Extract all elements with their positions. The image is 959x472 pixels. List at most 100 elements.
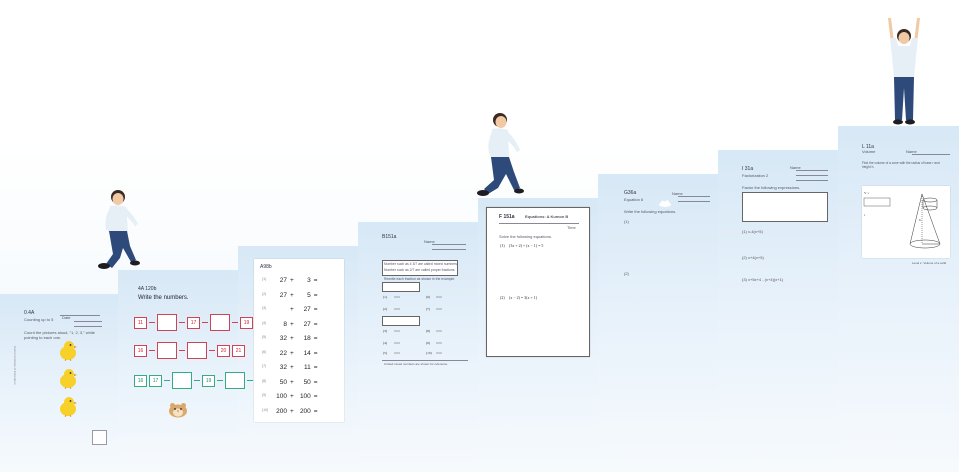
addition-n: (7): [262, 364, 267, 368]
addition-op: +: [290, 291, 294, 299]
addition-eq: =: [313, 349, 318, 357]
svg-text:V =: V =: [864, 191, 869, 195]
addition-n: (8): [262, 378, 267, 383]
sheet5-subtitle: Equations: A Kumon B: [525, 214, 569, 219]
worksheet-fractions: B151a Name Number such as 4 3/7 are call…: [378, 230, 470, 370]
addition-eq: =: [313, 277, 318, 284]
addition-row: (3) +27 =: [262, 306, 318, 313]
addition-b: 5: [307, 291, 311, 299]
sheet5-time-label: Time: [567, 225, 576, 230]
addition-n: (2): [262, 291, 267, 296]
addition-b: 100: [299, 393, 311, 400]
hamster-icon: [169, 403, 187, 418]
addition-eq: =: [313, 335, 318, 342]
addition-n: (5): [262, 335, 267, 339]
sheet7-item3: (3) x+5x+4 - (x+4)(x+1): [742, 277, 784, 282]
sheet2-code: 4A 120b: [138, 286, 157, 292]
addition-op: +: [290, 277, 294, 284]
svg-text:(3x + 2) + (x − 1) = 5: (3x + 2) + (x − 1) = 5: [509, 243, 543, 248]
worksheet-equations-2: G36a Equation 6 Name Write the following…: [616, 186, 716, 326]
svg-text:(9): (9): [426, 341, 431, 345]
addition-eq: =: [313, 407, 318, 415]
addition-op: +: [290, 335, 294, 342]
addition-op: +: [290, 393, 294, 400]
number-row-1: 11 17 19 20: [134, 314, 268, 331]
staircase-illustration: 0.4A Counting up to 5 Date Count the pic…: [0, 0, 959, 472]
sheet5-code: F 151a: [499, 214, 515, 220]
sheet6-code: G36a: [624, 190, 637, 196]
sheet4-instruction: Rewrite each fraction as shown in the ex…: [384, 277, 456, 281]
sheet6-instruction: Write the following equations.: [624, 209, 677, 214]
worksheet-write-numbers: 4A 120b Write the numbers. 11 17 19 20 1…: [128, 282, 268, 432]
sheet3-code: A98b: [260, 264, 272, 270]
sheet4-example2: Number such as 2/7 are called proper fra…: [384, 268, 456, 272]
addition-a: 100: [276, 393, 287, 400]
addition-eq: =: [313, 364, 318, 371]
boy-illustration-climbing-2: [477, 113, 524, 196]
addition-row: (7) 32 +11 =: [262, 364, 318, 371]
number-row-3: 16 17 19 21: [134, 372, 268, 389]
addition-eq: =: [313, 320, 318, 328]
svg-text:h: h: [919, 218, 921, 222]
addition-row: (4) 8 +27 =: [262, 321, 318, 328]
addition-op: +: [290, 364, 294, 371]
sheet8-instruction: Find the volume of a cone with the radiu…: [862, 161, 940, 169]
addition-b: 14: [303, 349, 311, 357]
sheet8-subtitle: Volume: [862, 149, 876, 154]
equation-problems: (1) (3x + 2) + (x − 1) = 5 (2) (x − 2) =…: [500, 243, 543, 300]
svg-text:(5): (5): [383, 351, 388, 355]
svg-text:(10): (10): [426, 351, 433, 355]
svg-text:r: r: [864, 213, 866, 217]
addition-a: [273, 306, 287, 313]
addition-a: 27: [279, 291, 287, 299]
sheet2-title: Write the numbers.: [138, 295, 189, 301]
addition-n: (4): [262, 320, 267, 325]
fraction-problems: (1) (6) (2) (7) (3) (8) (4) (9) (5) (10): [383, 295, 442, 355]
addition-a: 27: [279, 277, 287, 284]
addition-b: 200: [299, 407, 311, 415]
addition-row: (9) 100 +100 =: [262, 393, 318, 400]
addition-row: (8) 50 +50 =: [262, 379, 318, 386]
sheet7-subtitle: Factorization 2: [742, 173, 769, 178]
svg-text:(2): (2): [383, 307, 388, 311]
addition-op: +: [290, 320, 294, 328]
sheet1-code: 0.4A: [24, 310, 35, 316]
sheet7-instruction: Factor the following expressions.: [742, 185, 801, 190]
boy-illustration-arms-raised: [888, 18, 920, 125]
addition-row: (10) 200 +200 =: [262, 408, 318, 415]
addition-a: 200: [276, 407, 287, 415]
addition-eq: =: [313, 291, 318, 299]
cone-diagram: V = r h: [863, 191, 941, 249]
addition-row: (1) 27 +3 =: [262, 277, 318, 284]
svg-text:(8): (8): [426, 329, 431, 333]
worksheet-equations: F 151a Equations: A Kumon B Time Solve t…: [486, 207, 590, 357]
sheet6-subtitle: Equation 6: [624, 197, 644, 202]
svg-text:(2): (2): [500, 295, 505, 300]
answer-box: [92, 430, 107, 445]
sheet6-item1: (1): [624, 219, 629, 224]
sheet1-subtitle: Counting up to 5: [24, 317, 54, 322]
number-row-2: 16 20 21: [134, 342, 245, 359]
worksheet-counting: 0.4A Counting up to 5 Date Count the pic…: [13, 306, 112, 456]
sheet6-item2: (2): [624, 271, 629, 276]
sheet4-example1: Number such as 4 3/7 are called mixed nu…: [384, 262, 458, 266]
addition-row: (5) 32 +18 =: [262, 335, 318, 342]
sheet8-footer: Level L: Volume of a solid: [912, 261, 947, 265]
addition-op: +: [290, 306, 294, 313]
addition-eq: =: [313, 393, 318, 400]
addition-a: 32: [279, 335, 287, 342]
svg-text:(1): (1): [383, 295, 388, 299]
sheet7-item2: (2) x+4(x+5): [742, 255, 764, 260]
addition-a: 8: [283, 320, 287, 328]
addition-op: +: [290, 349, 294, 357]
addition-a: 50: [279, 378, 287, 386]
addition-eq: =: [313, 378, 318, 386]
addition-n: (3): [262, 306, 267, 310]
addition-b: 3: [307, 277, 311, 284]
chick-icon: [60, 341, 77, 361]
cloud-icon: [659, 200, 671, 207]
addition-b: 27: [303, 320, 311, 328]
addition-n: (10): [262, 407, 269, 412]
svg-text:(7): (7): [426, 307, 431, 311]
sheet7-item1: (1) x-4(x+5): [742, 229, 763, 234]
